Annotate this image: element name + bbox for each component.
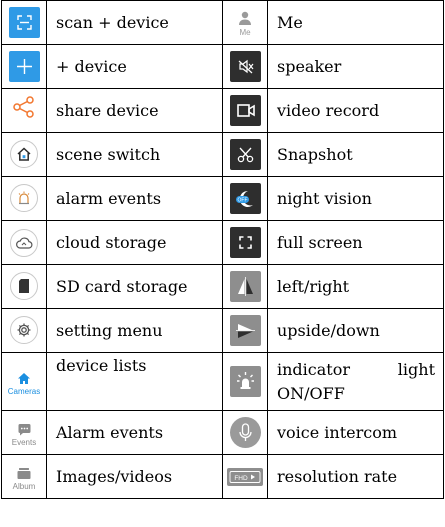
- icon-cell: [222, 132, 268, 177]
- cloud-icon: [10, 228, 38, 257]
- icon-cell: [222, 264, 268, 309]
- table-row: Cameras device lists indicator light ON/…: [1, 352, 444, 411]
- row-label-line: ON/OFF: [277, 383, 345, 403]
- row-label-word: indicator: [277, 359, 350, 379]
- night-vision-icon: OFF: [229, 183, 261, 214]
- row-label: scan + device: [46, 0, 223, 45]
- icon-cell: OFF: [222, 176, 268, 221]
- icon-cell: [222, 308, 268, 353]
- gear-icon: [10, 316, 38, 344]
- icon-caption: Album: [12, 481, 36, 491]
- icon-cell: [222, 410, 268, 455]
- row-label: resolution rate: [267, 454, 444, 499]
- table-row: Events Alarm events voice intercom: [1, 410, 444, 455]
- icon-cell: [1, 220, 47, 265]
- home-tab-icon: Cameras: [8, 372, 40, 396]
- house-icon: [10, 140, 38, 168]
- video-camera-icon: [229, 95, 261, 126]
- row-label: share device: [46, 88, 223, 133]
- row-label: night vision: [267, 176, 444, 221]
- row-label: SD card storage: [46, 264, 223, 309]
- icon-cell: [1, 176, 47, 221]
- sd-card-icon: [10, 272, 38, 300]
- icon-cell: [1, 88, 47, 133]
- fullscreen-icon: [229, 227, 261, 258]
- row-label-word: light: [397, 359, 435, 379]
- share-icon: [11, 94, 37, 127]
- table-row: Album Images/videos FHD resolution rate: [1, 454, 444, 499]
- fhd-label: FHD: [234, 475, 248, 482]
- row-label: alarm events: [46, 176, 223, 221]
- scan-icon: [8, 7, 40, 38]
- row-label: Images/videos: [46, 454, 223, 499]
- scissors-icon: [229, 139, 261, 170]
- table-row: alarm events OFF night vision: [1, 176, 444, 221]
- icon-cell: FHD: [222, 454, 268, 499]
- row-label: speaker: [267, 44, 444, 89]
- icon-legend-table: scan + device Me Me + device speaker sha…: [1, 0, 444, 499]
- icon-caption: Events: [11, 437, 37, 447]
- icon-cell: [222, 352, 268, 411]
- icon-caption: Me: [239, 27, 251, 37]
- row-label: scene switch: [46, 132, 223, 177]
- alarm-icon: [10, 184, 38, 212]
- icon-caption: Cameras: [7, 386, 41, 396]
- icon-cell: Album: [1, 454, 47, 499]
- row-label: Alarm events: [46, 410, 223, 455]
- icon-cell: [1, 132, 47, 177]
- icon-cell: [1, 0, 47, 45]
- row-label: setting menu: [46, 308, 223, 353]
- row-label: + device: [46, 44, 223, 89]
- table-row: + device speaker: [1, 44, 444, 89]
- row-label: left/right: [267, 264, 444, 309]
- row-label: upside/down: [267, 308, 444, 353]
- table-row: share device video record: [1, 88, 444, 133]
- chat-tab-icon: Events: [12, 423, 36, 447]
- icon-cell: [222, 88, 268, 133]
- flip-horizontal-icon: [229, 271, 261, 302]
- table-row: SD card storage left/right: [1, 264, 444, 309]
- row-label: device lists: [46, 352, 223, 411]
- microphone-icon: [229, 417, 261, 448]
- fhd-icon: FHD: [227, 468, 263, 486]
- icon-cell: Me: [222, 0, 268, 45]
- row-label: Me: [267, 0, 444, 45]
- table-row: scan + device Me Me: [1, 0, 444, 45]
- album-tab-icon: Album: [12, 467, 36, 491]
- plus-icon: [8, 51, 40, 82]
- icon-cell: [222, 220, 268, 265]
- row-label-multiline: indicator light ON/OFF: [267, 352, 444, 411]
- row-label: voice intercom: [267, 410, 444, 455]
- row-label: Snapshot: [267, 132, 444, 177]
- night-vision-off-label: OFF: [237, 197, 247, 203]
- flip-vertical-icon: [229, 315, 261, 346]
- icon-cell: Events: [1, 410, 47, 455]
- table-row: setting menu upside/down: [1, 308, 444, 353]
- icon-cell: [1, 264, 47, 309]
- icon-cell: [1, 44, 47, 89]
- icon-cell: [1, 308, 47, 353]
- table-row: scene switch Snapshot: [1, 132, 444, 177]
- table-row: cloud storage full screen: [1, 220, 444, 265]
- speaker-mute-icon: [229, 51, 261, 82]
- person-icon: Me: [237, 10, 253, 37]
- indicator-light-icon: [229, 366, 261, 397]
- row-label: cloud storage: [46, 220, 223, 265]
- row-label: full screen: [267, 220, 444, 265]
- icon-cell: Cameras: [1, 352, 47, 411]
- row-label: video record: [267, 88, 444, 133]
- icon-cell: [222, 44, 268, 89]
